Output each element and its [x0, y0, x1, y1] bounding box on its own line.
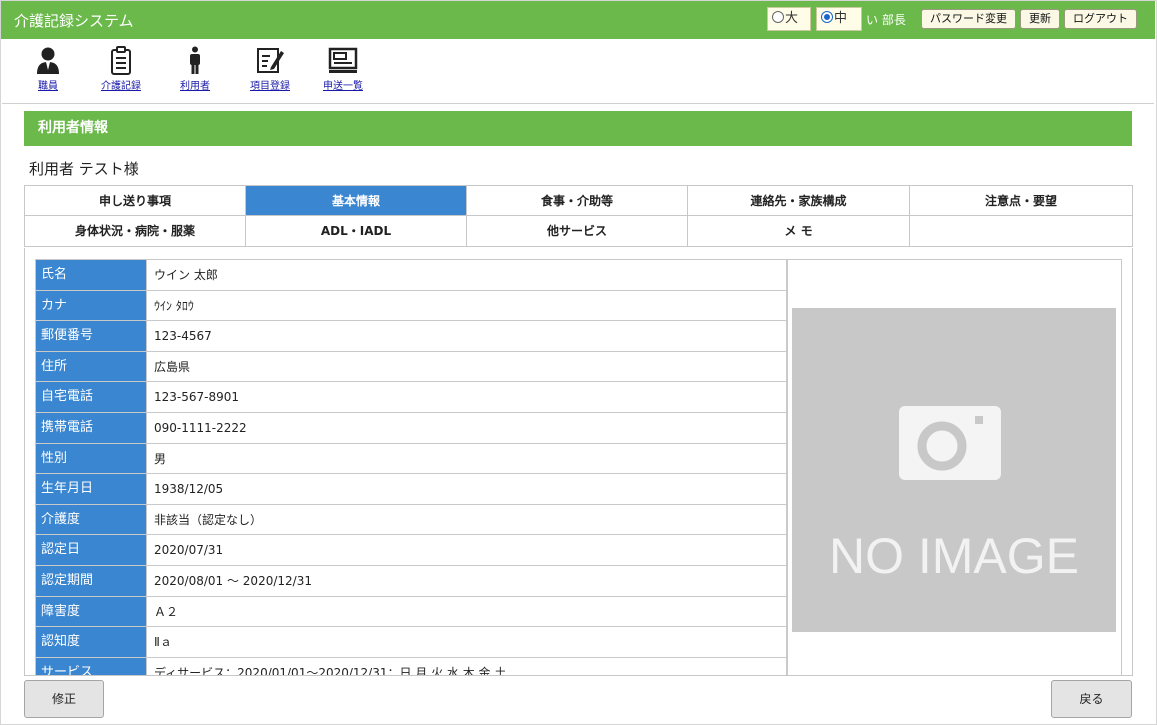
basic-info-panel[interactable]: 氏名 ウイン 太郎 カナ ｳｲﾝ ﾀﾛｳ 郵便番号 123-4567 住所 広島県 自宅電話 12…	[24, 248, 1133, 676]
info-row-value: 2020/08/01 ～ 2020/12/31	[146, 564, 787, 597]
info-row-value: 広島県	[146, 350, 787, 383]
clipboard-icon	[111, 46, 131, 75]
nav-item-care-record[interactable]: 介護記録	[98, 46, 144, 92]
password-change-button[interactable]: パスワード変更	[921, 9, 1016, 29]
info-row-value: Ａ２	[146, 595, 787, 628]
edit-button[interactable]: 修正	[24, 680, 104, 718]
basic-info-table: 氏名 ウイン 太郎 カナ ｳｲﾝ ﾀﾛｳ 郵便番号 123-4567 住所 広島県 自宅電話 12…	[35, 259, 787, 675]
info-row-value: 男	[146, 442, 787, 475]
info-row-label: 自宅電話	[35, 381, 147, 413]
info-row-label: サービス	[35, 656, 147, 675]
info-row: 携帯電話 090-1111-2222	[35, 411, 787, 444]
radio-checked-icon	[821, 11, 833, 23]
tab-handover-notes[interactable]: 申し送り事項	[25, 186, 246, 216]
nav-label: 介護記録	[101, 81, 141, 92]
camera-icon: NO IMAGE	[829, 406, 1079, 584]
info-row: 生年月日 1938/12/05	[35, 473, 787, 505]
edit-form-icon	[257, 48, 284, 73]
info-row: 認知度 Ⅱａ	[35, 626, 787, 658]
info-row: 障害度 Ａ２	[35, 595, 787, 628]
info-row-label: 氏名	[35, 259, 147, 291]
info-row: 性別男	[35, 442, 787, 475]
info-row: 介護度 非該当（認定なし）	[35, 503, 787, 536]
info-row-value: 2020/07/31	[146, 534, 787, 566]
info-row-label: 住所	[35, 350, 147, 383]
tab-memo[interactable]: メ モ	[688, 216, 910, 246]
logged-in-user: い 部長	[866, 13, 906, 27]
info-row: 認定日 2020/07/31	[35, 534, 787, 566]
info-row-value: Ⅱａ	[146, 626, 787, 658]
info-row-value: ｳｲﾝ ﾀﾛｳ	[146, 289, 787, 322]
nav-label: 申送一覧	[323, 81, 363, 92]
nav-divider	[2, 103, 1154, 104]
font-size-medium-label: 中	[834, 11, 848, 26]
person-icon	[190, 46, 200, 74]
info-row: 氏名 ウイン 太郎	[35, 259, 787, 291]
info-row-value: ディサービス：2020/01/01～2020/12/31：日 月 火 水 木 金…	[146, 656, 787, 675]
font-size-large-option[interactable]: 大	[767, 7, 811, 31]
nav-item-item-registration[interactable]: 項目登録	[247, 46, 293, 92]
tab-empty	[910, 216, 1132, 246]
info-row: 自宅電話 123-567-8901	[35, 381, 787, 413]
tab-meals-assistance[interactable]: 食事・介助等	[467, 186, 688, 216]
info-row-value: 090-1111-2222	[146, 411, 787, 444]
info-row-label: カナ	[35, 289, 147, 322]
info-row-label: 介護度	[35, 503, 147, 536]
info-row: 郵便番号 123-4567	[35, 320, 787, 352]
info-row-value: 123-567-8901	[146, 381, 787, 413]
info-row-label: 性別	[35, 442, 147, 475]
info-row-label: 障害度	[35, 595, 147, 628]
info-row: サービス ディサービス：2020/01/01～2020/12/31：日 月 火 水…	[35, 656, 787, 675]
info-row-value: ウイン 太郎	[146, 259, 787, 291]
font-size-large-label: 大	[785, 11, 799, 26]
info-row-label: 認知度	[35, 626, 147, 658]
info-row-label: 認定期間	[35, 564, 147, 597]
info-row-label: 生年月日	[35, 473, 147, 505]
info-row: 認定期間 2020/08/01 ～ 2020/12/31	[35, 564, 787, 597]
logout-button[interactable]: ログアウト	[1064, 9, 1137, 29]
tab-adl-iadl[interactable]: ADL・IADL	[246, 216, 467, 246]
font-size-medium-option[interactable]: 中	[816, 7, 862, 31]
info-row: カナ ｳｲﾝ ﾀﾛｳ	[35, 289, 787, 322]
info-row-label: 認定日	[35, 534, 147, 566]
nav-label: 職員	[38, 81, 58, 92]
user-name-heading: 利用者 テスト様	[29, 160, 139, 178]
info-row-label: 携帯電話	[35, 411, 147, 444]
info-row-value: 123-4567	[146, 320, 787, 352]
staff-icon	[37, 47, 59, 74]
info-row-value: 非該当（認定なし）	[146, 503, 787, 536]
tab-contacts-family[interactable]: 連絡先・家族構成	[688, 186, 910, 216]
tab-bar: 申し送り事項 基本情報 食事・介助等 連絡先・家族構成 注意点・要望 身体状況・…	[24, 185, 1133, 247]
tab-other-services[interactable]: 他サービス	[467, 216, 688, 246]
back-button[interactable]: 戻る	[1051, 680, 1132, 718]
app-title: 介護記録システム	[14, 12, 134, 30]
tab-basic-info[interactable]: 基本情報	[246, 186, 467, 216]
monitor-list-icon	[328, 47, 358, 73]
no-image-placeholder: NO IMAGE	[792, 308, 1116, 632]
tab-cautions-requests[interactable]: 注意点・要望	[910, 186, 1132, 216]
no-image-text: NO IMAGE	[829, 528, 1079, 584]
radio-unchecked-icon	[772, 11, 784, 23]
nav-item-staff[interactable]: 職員	[34, 46, 62, 92]
tab-physical-hospital-medication[interactable]: 身体状況・病院・服薬	[25, 216, 246, 246]
section-title: 利用者情報	[24, 111, 1132, 146]
nav-label: 項目登録	[250, 81, 290, 92]
top-bar: 介護記録システム 大 中 い 部長 パスワード変更 更新 ログアウト	[1, 1, 1155, 39]
info-row-label: 郵便番号	[35, 320, 147, 352]
refresh-button[interactable]: 更新	[1020, 9, 1060, 29]
nav-item-handover-list[interactable]: 申送一覧	[320, 46, 366, 92]
nav-item-users[interactable]: 利用者	[178, 46, 212, 92]
info-row: 住所 広島県	[35, 350, 787, 383]
photo-frame: NO IMAGE	[787, 259, 1122, 675]
info-row-value: 1938/12/05	[146, 473, 787, 505]
nav-label: 利用者	[180, 81, 210, 92]
